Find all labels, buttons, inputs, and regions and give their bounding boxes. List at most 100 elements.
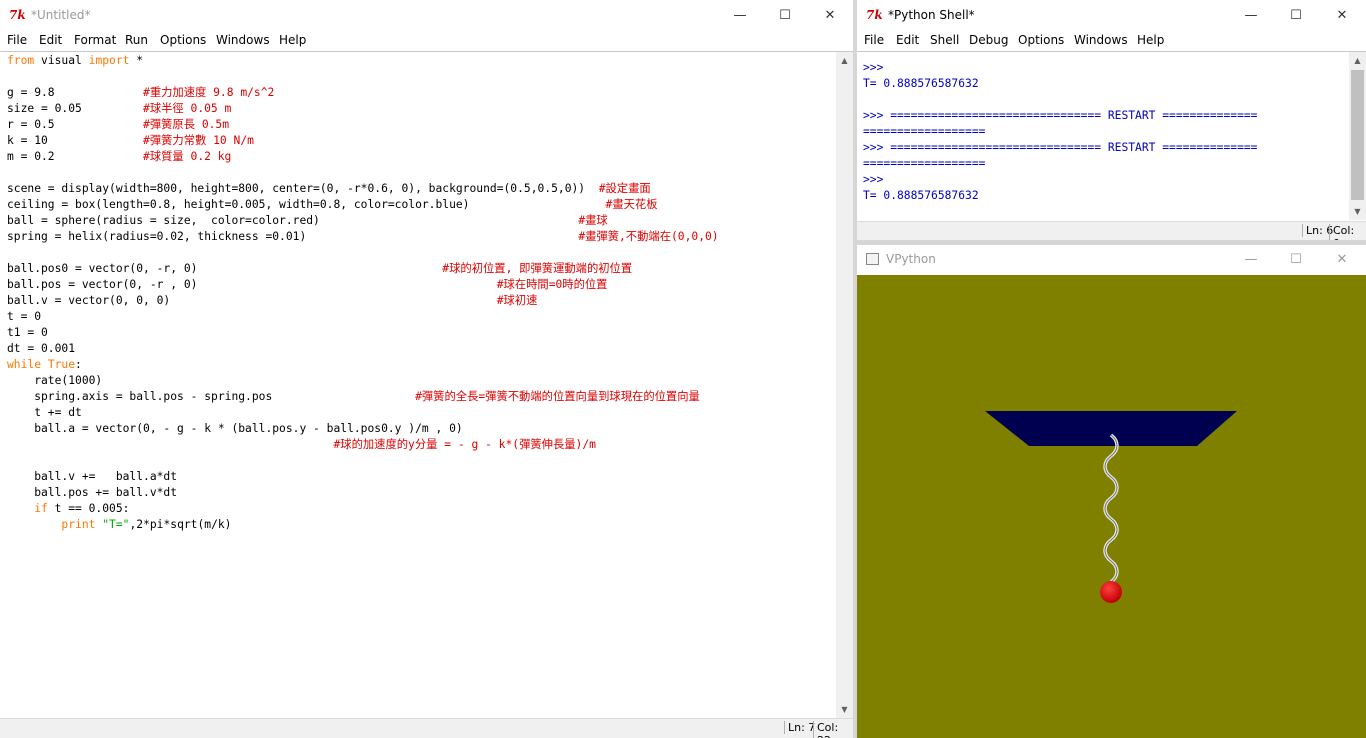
code-line[interactable]: t1 = 0 [7, 325, 835, 341]
code-token: : [75, 358, 82, 371]
menu-edit[interactable]: Edit [896, 33, 919, 47]
code-token: ball.pos0 = vector(0, -r, 0) [7, 262, 443, 275]
code-token: r = 0.5 [7, 118, 144, 131]
code-line[interactable]: t = 0 [7, 309, 835, 325]
menu-windows[interactable]: Windows [1074, 33, 1128, 47]
code-line[interactable]: size = 0.05 #球半徑 0.05 m [7, 101, 835, 117]
close-button[interactable]: ✕ [807, 0, 853, 31]
vpython-3d-canvas[interactable] [857, 275, 1366, 738]
menu-help[interactable]: Help [1137, 33, 1164, 47]
scroll-down-arrow-icon[interactable]: ▼ [836, 701, 853, 718]
menu-run[interactable]: Run [125, 33, 148, 47]
code-token: ball.pos += ball.v*dt [7, 486, 178, 499]
editor-vertical-scrollbar[interactable]: ▲ ▼ [836, 52, 853, 718]
code-token: ,2*pi*sqrt(m/k) [129, 518, 232, 531]
minimize-button[interactable]: — [717, 0, 763, 31]
code-token: ball.v += ball.a*dt [7, 470, 178, 483]
code-editor[interactable]: from visual import * g = 9.8 #重力加速度 9.8 … [7, 53, 835, 717]
shell-line: >>> =============================== REST… [863, 141, 1258, 154]
editor-titlebar[interactable]: 7k *Untitled* — ☐ ✕ [0, 0, 853, 31]
scroll-down-arrow-icon[interactable]: ▼ [1349, 203, 1366, 220]
menu-help[interactable]: Help [279, 33, 306, 47]
code-line[interactable]: scene = display(width=800, height=800, c… [7, 181, 835, 197]
shell-line: >>> [863, 173, 884, 186]
code-line[interactable]: ball.v += ball.a*dt [7, 469, 835, 485]
code-line[interactable]: ball.pos = vector(0, -r , 0) #球在時間=0時的位置 [7, 277, 835, 293]
code-line[interactable]: ball.v = vector(0, 0, 0) #球初速 [7, 293, 835, 309]
minimize-button[interactable]: — [1228, 0, 1274, 31]
code-line[interactable]: k = 10 #彈簧力常數 10 N/m [7, 133, 835, 149]
shell-statusbar: Ln: 6 Col: 0 [857, 221, 1366, 240]
menu-options[interactable]: Options [160, 33, 206, 47]
code-line[interactable]: ball.a = vector(0, - g - k * (ball.pos.y… [7, 421, 835, 437]
code-line[interactable]: print "T=",2*pi*sqrt(m/k) [7, 517, 835, 533]
code-token: ball.v = vector(0, 0, 0) [7, 294, 497, 307]
code-comment: #球的加速度的y分量 = - g - k*(彈簧伸長量)/m [333, 438, 596, 451]
close-button[interactable]: ✕ [1319, 245, 1365, 275]
menu-file[interactable]: File [864, 33, 884, 47]
maximize-button[interactable]: ☐ [762, 0, 808, 31]
code-token: spring = helix(radius=0.02, thickness =0… [7, 230, 579, 243]
code-line[interactable]: r = 0.5 #彈簧原長 0.5m [7, 117, 835, 133]
ball-sphere [1100, 581, 1122, 603]
code-comment: #彈簧力常數 10 N/m [143, 134, 254, 147]
menu-format[interactable]: Format [74, 33, 116, 47]
code-line[interactable] [7, 69, 835, 85]
code-line[interactable]: while True: [7, 357, 835, 373]
code-line[interactable]: #球的加速度的y分量 = - g - k*(彈簧伸長量)/m [7, 437, 835, 453]
code-line[interactable]: rate(1000) [7, 373, 835, 389]
code-token: dt = 0.001 [7, 342, 76, 355]
shell-line: >>> [863, 61, 884, 74]
menu-windows[interactable]: Windows [216, 33, 270, 47]
scroll-thumb[interactable] [1351, 70, 1364, 200]
maximize-button[interactable]: ☐ [1273, 245, 1319, 275]
menu-shell[interactable]: Shell [930, 33, 959, 47]
code-line[interactable]: if t == 0.005: [7, 501, 835, 517]
code-line[interactable]: spring = helix(radius=0.02, thickness =0… [7, 229, 835, 245]
menu-file[interactable]: File [7, 33, 27, 47]
editor-col-indicator: Col: 22 [813, 721, 853, 738]
shell-line: T= 0.888576587632 [863, 189, 979, 202]
code-line[interactable]: ceiling = box(length=0.8, height=0.005, … [7, 197, 835, 213]
shell-window: 7k *Python Shell* — ☐ ✕ File Edit Shell … [857, 0, 1366, 240]
code-token: t == 0.005: [47, 502, 130, 515]
code-token: ball = sphere(radius = size, color=color… [7, 214, 579, 227]
code-line[interactable]: ball.pos += ball.v*dt [7, 485, 835, 501]
code-line[interactable]: ball.pos0 = vector(0, -r, 0) #球的初位置, 即彈簧… [7, 261, 835, 277]
code-line[interactable]: spring.axis = ball.pos - spring.pos #彈簧的… [7, 389, 835, 405]
code-token: scene = display(width=800, height=800, c… [7, 182, 599, 195]
scroll-up-arrow-icon[interactable]: ▲ [1349, 52, 1366, 69]
code-line[interactable] [7, 245, 835, 261]
code-line[interactable]: t += dt [7, 405, 835, 421]
idle-logo-icon: 7k [9, 8, 26, 22]
code-comment: #重力加速度 9.8 m/s^2 [143, 86, 275, 99]
code-line[interactable]: from visual import * [7, 53, 835, 69]
code-comment: #畫彈簧,不動端在(0,0,0) [578, 230, 719, 243]
shell-output[interactable]: >>> T= 0.888576587632 >>> ===============… [863, 60, 1349, 220]
maximize-button[interactable]: ☐ [1273, 0, 1319, 31]
menu-debug[interactable]: Debug [969, 33, 1008, 47]
code-line[interactable] [7, 453, 835, 469]
menu-options[interactable]: Options [1018, 33, 1064, 47]
code-line[interactable]: dt = 0.001 [7, 341, 835, 357]
code-line[interactable] [7, 165, 835, 181]
close-button[interactable]: ✕ [1319, 0, 1365, 31]
shell-line: T= 0.888576587632 [863, 77, 979, 90]
minimize-button[interactable]: — [1228, 245, 1274, 275]
code-token: ball.a = vector(0, - g - k * (ball.pos.y… [7, 422, 463, 435]
menu-edit[interactable]: Edit [39, 33, 62, 47]
code-comment: #畫天花板 [605, 198, 658, 211]
code-token: t = 0 [7, 310, 42, 323]
shell-titlebar[interactable]: 7k *Python Shell* — ☐ ✕ [857, 0, 1366, 31]
scroll-up-arrow-icon[interactable]: ▲ [836, 52, 853, 69]
code-token: m = 0.2 [7, 150, 144, 163]
code-line[interactable]: m = 0.2 #球質量 0.2 kg [7, 149, 835, 165]
shell-col-indicator: Col: 0 [1329, 224, 1366, 240]
code-line[interactable]: ball = sphere(radius = size, color=color… [7, 213, 835, 229]
code-line[interactable]: g = 9.8 #重力加速度 9.8 m/s^2 [7, 85, 835, 101]
spring-helix [1103, 433, 1119, 584]
vpython-titlebar[interactable]: VPython — ☐ ✕ [857, 245, 1366, 275]
shell-vertical-scrollbar[interactable]: ▲ ▼ [1349, 52, 1366, 220]
